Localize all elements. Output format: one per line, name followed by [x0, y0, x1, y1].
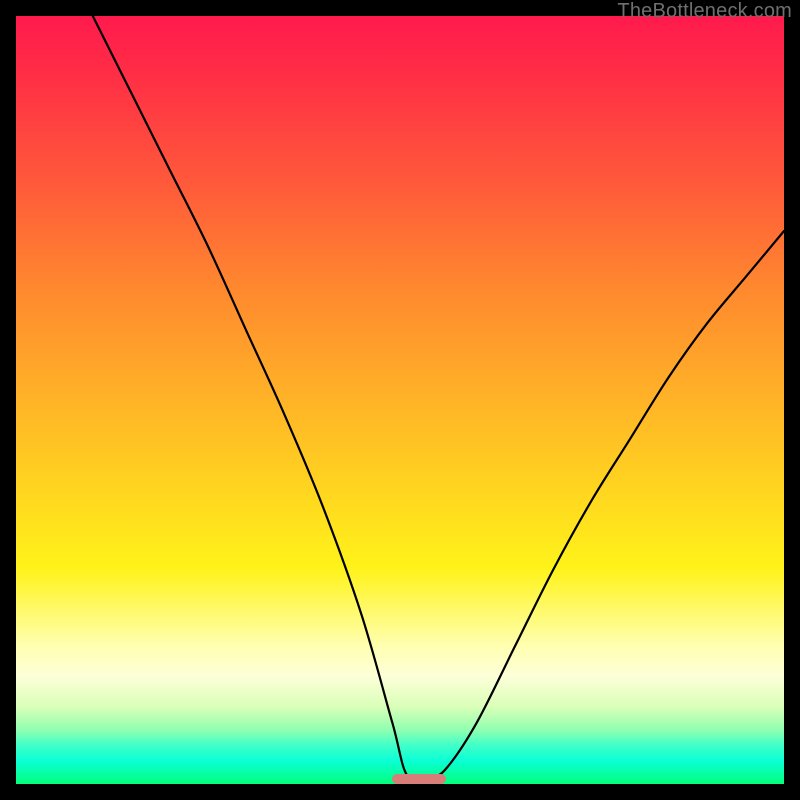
curve-path [93, 16, 784, 781]
plot-area [16, 16, 784, 784]
bottleneck-curve [16, 16, 784, 784]
chart-frame: TheBottleneck.com [0, 0, 800, 800]
optimal-range-marker [392, 774, 446, 784]
watermark-text: TheBottleneck.com [617, 0, 792, 23]
